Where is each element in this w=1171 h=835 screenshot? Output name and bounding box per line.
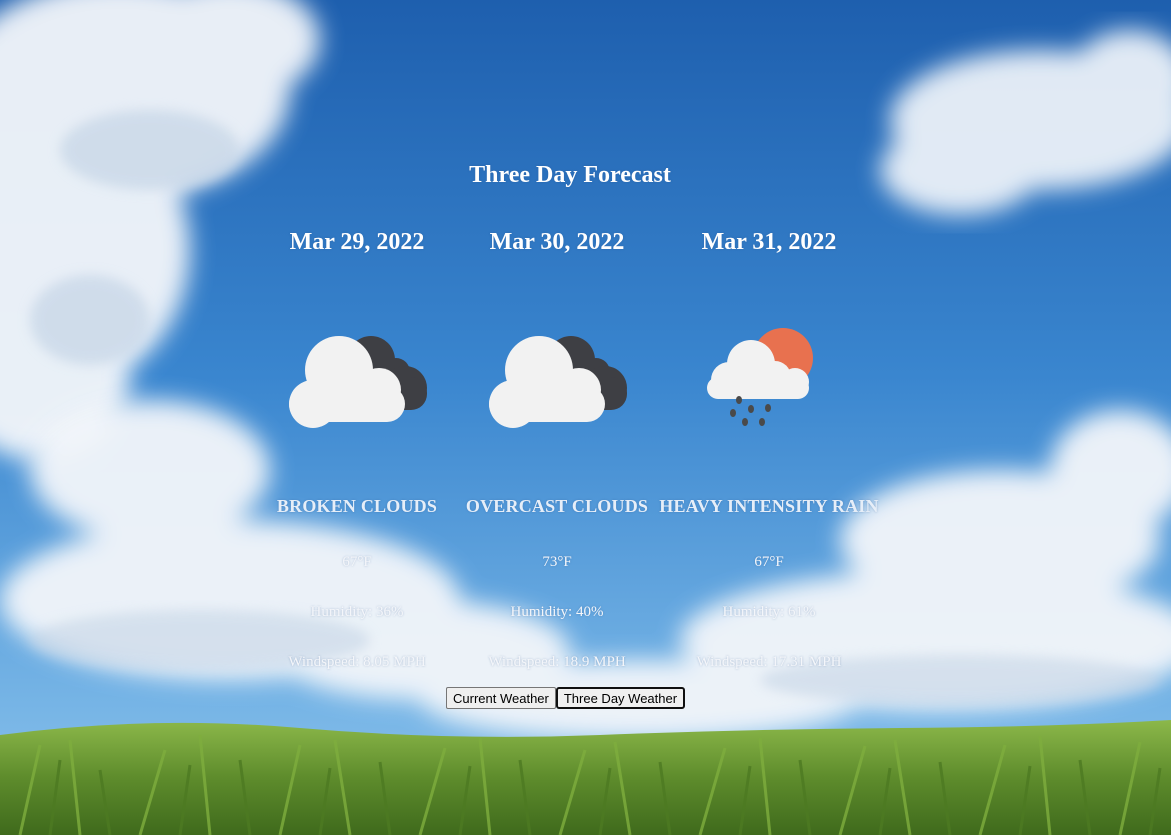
forecast-windspeed: Windspeed: 18.9 MPH: [488, 654, 626, 670]
three-day-weather-button[interactable]: Three Day Weather: [555, 687, 686, 709]
forecast-temperature: 73°F: [542, 554, 572, 570]
forecast-date: Mar 31, 2022: [701, 229, 837, 255]
forecast-humidity: Humidity: 40%: [510, 604, 604, 620]
broken-clouds-icon: [289, 336, 427, 428]
forecast-humidity: Humidity: 36%: [310, 604, 404, 620]
overcast-clouds-icon: [489, 336, 627, 428]
current-weather-button[interactable]: Current Weather: [446, 687, 556, 709]
forecast-date: Mar 29, 2022: [289, 229, 425, 255]
view-toggle: Current Weather Three Day Weather: [446, 687, 686, 709]
forecast-description: OVERCAST CLOUDS: [465, 496, 649, 516]
forecast-temperature: 67°F: [342, 554, 372, 570]
weather-page: Three Day Forecast Mar 29, 2022 BROKEN C…: [0, 0, 1171, 835]
forecast-date: Mar 30, 2022: [489, 229, 625, 255]
page-title: Three Day Forecast: [469, 162, 671, 188]
forecast-description: HEAVY INTENSITY RAIN: [659, 496, 879, 516]
forecast-windspeed: Windspeed: 17.31 MPH: [696, 654, 842, 670]
forecast-humidity: Humidity: 61%: [722, 604, 816, 620]
forecast-windspeed: Windspeed: 8.05 MPH: [288, 654, 426, 670]
forecast-temperature: 67°F: [754, 554, 784, 570]
heavy-rain-icon: [707, 328, 813, 426]
